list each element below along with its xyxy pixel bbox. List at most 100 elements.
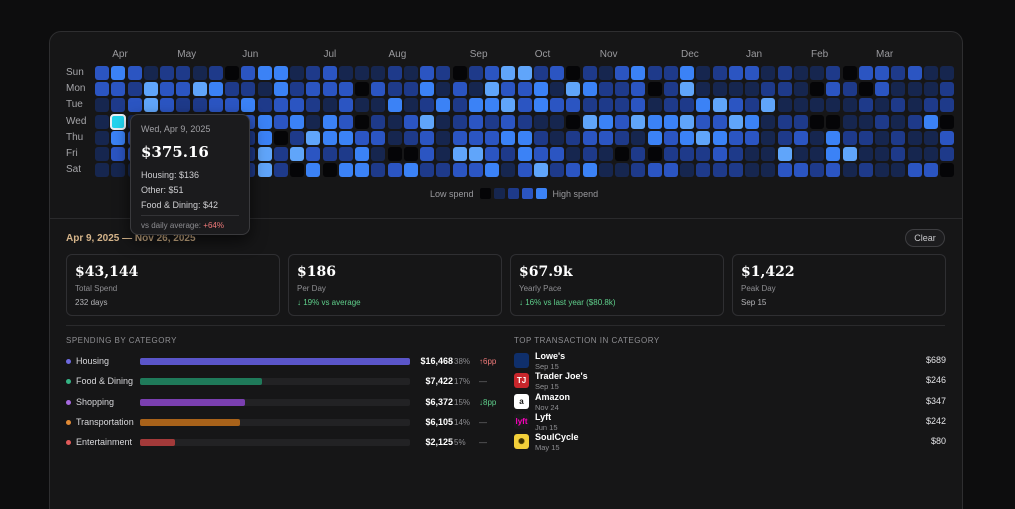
heatmap-day-cell[interactable]: [680, 163, 694, 178]
heatmap-day-cell[interactable]: [826, 114, 841, 129]
heatmap-day-cell[interactable]: [696, 82, 711, 97]
heatmap-day-cell[interactable]: [875, 130, 889, 145]
heatmap-day-cell[interactable]: [858, 163, 873, 178]
heatmap-day-cell[interactable]: [696, 163, 711, 178]
heatmap-day-cell[interactable]: [550, 114, 564, 129]
heatmap-day-cell[interactable]: [777, 130, 792, 145]
heatmap-day-cell[interactable]: [940, 147, 954, 161]
heatmap-day-cell[interactable]: [290, 114, 304, 129]
heatmap-day-cell[interactable]: [615, 163, 629, 178]
heatmap-day-cell[interactable]: [810, 66, 824, 80]
heatmap-day-cell[interactable]: [875, 98, 889, 113]
heatmap-day-cell[interactable]: [306, 163, 321, 178]
heatmap-day-cell[interactable]: [582, 98, 597, 113]
heatmap-day-cell[interactable]: [875, 147, 889, 161]
heatmap-day-cell[interactable]: [631, 114, 646, 129]
heatmap-day-cell[interactable]: [127, 98, 142, 113]
heatmap-day-cell[interactable]: [728, 66, 743, 80]
heatmap-day-cell[interactable]: [273, 163, 288, 178]
heatmap-day-cell[interactable]: [338, 82, 353, 97]
transaction-row[interactable]: lyft Lyft Jun 15 $242: [514, 412, 946, 432]
heatmap-day-cell[interactable]: [355, 114, 369, 129]
heatmap-day-cell[interactable]: [452, 66, 467, 80]
heatmap-day-cell[interactable]: [891, 66, 906, 80]
heatmap-day-cell[interactable]: [322, 163, 337, 178]
heatmap-day-cell[interactable]: [907, 82, 922, 97]
heatmap-day-cell[interactable]: [615, 82, 629, 97]
heatmap-day-cell[interactable]: [225, 98, 239, 113]
heatmap-day-cell[interactable]: [875, 66, 889, 80]
heatmap-day-cell[interactable]: [485, 163, 499, 178]
heatmap-day-cell[interactable]: [631, 147, 646, 161]
heatmap-day-cell[interactable]: [420, 147, 434, 161]
heatmap-day-cell[interactable]: [598, 98, 613, 113]
heatmap-day-cell[interactable]: [858, 114, 873, 129]
heatmap-day-cell[interactable]: [647, 130, 662, 145]
heatmap-day-cell[interactable]: [923, 98, 938, 113]
heatmap-day-cell[interactable]: [273, 130, 288, 145]
heatmap-day-cell[interactable]: [907, 163, 922, 178]
heatmap-day-cell[interactable]: [891, 130, 906, 145]
heatmap-day-cell[interactable]: [517, 114, 532, 129]
heatmap-day-cell[interactable]: [810, 82, 824, 97]
heatmap-day-cell[interactable]: [387, 66, 402, 80]
heatmap-day-cell[interactable]: [322, 66, 337, 80]
heatmap-day-cell[interactable]: [842, 114, 857, 129]
heatmap-day-cell[interactable]: [143, 98, 158, 113]
heatmap-day-cell[interactable]: [517, 163, 532, 178]
heatmap-day-cell[interactable]: [143, 82, 158, 97]
heatmap-day-cell[interactable]: [257, 98, 272, 113]
heatmap-day-cell[interactable]: [306, 66, 321, 80]
heatmap-day-cell[interactable]: [826, 66, 841, 80]
heatmap-day-cell[interactable]: [257, 163, 272, 178]
heatmap-day-cell[interactable]: [631, 130, 646, 145]
heatmap-day-cell[interactable]: [858, 66, 873, 80]
heatmap-day-cell[interactable]: [143, 66, 158, 80]
heatmap-day-cell[interactable]: [110, 113, 127, 130]
heatmap-day-cell[interactable]: [647, 66, 662, 80]
heatmap-day-cell[interactable]: [111, 163, 126, 178]
heatmap-day-cell[interactable]: [566, 114, 581, 129]
heatmap-day-cell[interactable]: [923, 66, 938, 80]
heatmap-day-cell[interactable]: [826, 163, 841, 178]
heatmap-day-cell[interactable]: [420, 66, 434, 80]
heatmap-day-cell[interactable]: [842, 66, 857, 80]
heatmap-day-cell[interactable]: [793, 163, 808, 178]
heatmap-day-cell[interactable]: [403, 130, 418, 145]
heatmap-day-cell[interactable]: [712, 147, 727, 161]
heatmap-day-cell[interactable]: [663, 82, 678, 97]
heatmap-day-cell[interactable]: [533, 163, 548, 178]
heatmap-day-cell[interactable]: [566, 98, 581, 113]
heatmap-day-cell[interactable]: [468, 163, 483, 178]
heatmap-day-cell[interactable]: [290, 98, 304, 113]
heatmap-day-cell[interactable]: [940, 114, 954, 129]
heatmap-day-cell[interactable]: [826, 147, 841, 161]
heatmap-day-cell[interactable]: [566, 163, 581, 178]
heatmap-day-cell[interactable]: [826, 82, 841, 97]
heatmap-day-cell[interactable]: [793, 114, 808, 129]
heatmap-day-cell[interactable]: [728, 82, 743, 97]
heatmap-day-cell[interactable]: [680, 114, 694, 129]
heatmap-day-cell[interactable]: [550, 163, 564, 178]
heatmap-day-cell[interactable]: [647, 163, 662, 178]
heatmap-day-cell[interactable]: [907, 147, 922, 161]
heatmap-day-cell[interactable]: [631, 66, 646, 80]
heatmap-day-cell[interactable]: [793, 147, 808, 161]
heatmap-day-cell[interactable]: [192, 82, 207, 97]
heatmap-day-cell[interactable]: [907, 130, 922, 145]
heatmap-day-cell[interactable]: [875, 82, 889, 97]
category-row[interactable]: Food & Dining $7,422 17% —: [66, 376, 487, 388]
transaction-row[interactable]: Lowe's Sep 15 $689: [514, 351, 946, 371]
heatmap-day-cell[interactable]: [306, 130, 321, 145]
heatmap-day-cell[interactable]: [533, 82, 548, 97]
heatmap-day-cell[interactable]: [550, 82, 564, 97]
heatmap-day-cell[interactable]: [273, 98, 288, 113]
heatmap-day-cell[interactable]: [712, 130, 727, 145]
heatmap-day-cell[interactable]: [452, 130, 467, 145]
heatmap-day-cell[interactable]: [403, 147, 418, 161]
heatmap-day-cell[interactable]: [322, 98, 337, 113]
heatmap-day-cell[interactable]: [777, 163, 792, 178]
heatmap-day-cell[interactable]: [355, 66, 369, 80]
heatmap-day-cell[interactable]: [387, 147, 402, 161]
heatmap-day-cell[interactable]: [647, 98, 662, 113]
